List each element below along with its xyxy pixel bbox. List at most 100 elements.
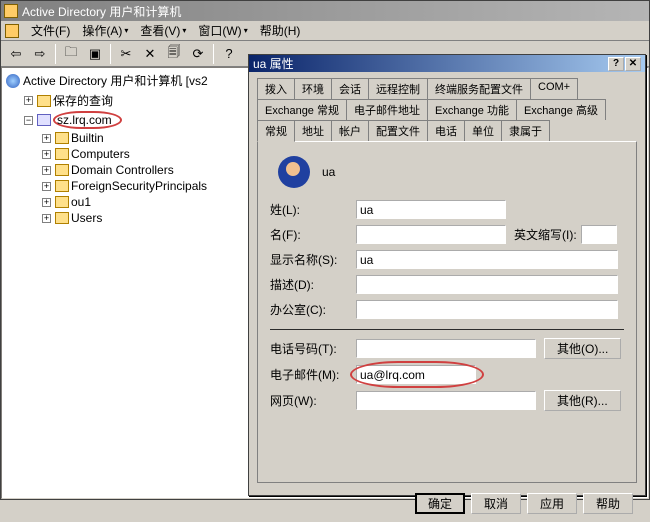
other-web-button[interactable]: 其他(R)... [544, 390, 621, 411]
phone-label: 电话号码(T): [270, 340, 356, 357]
menu-window[interactable]: 窗口(W)▾ [192, 20, 253, 41]
expander-icon[interactable]: − [24, 116, 33, 125]
web-field[interactable] [356, 391, 536, 410]
help-button[interactable]: ? [608, 57, 624, 71]
email-label: 电子邮件(M): [270, 366, 356, 383]
email-field[interactable] [356, 365, 476, 384]
other-phone-button[interactable]: 其他(O)... [544, 338, 621, 359]
tab-单位[interactable]: 单位 [464, 120, 502, 142]
expander-icon[interactable]: + [42, 166, 51, 175]
domain-icon [37, 114, 51, 126]
tree-label: Builtin [71, 131, 104, 145]
apply-button[interactable]: 应用 [527, 493, 577, 514]
office-label: 办公室(C): [270, 301, 356, 318]
user-header: ua [278, 156, 624, 188]
toolbar-sep [213, 44, 214, 64]
tab-帐户[interactable]: 帐户 [331, 120, 369, 142]
expander-icon[interactable]: + [24, 96, 33, 105]
tab-终端服务配置文件[interactable]: 终端服务配置文件 [427, 78, 531, 99]
tab-电话[interactable]: 电话 [427, 120, 465, 142]
display-name-field[interactable] [356, 250, 618, 269]
up-button[interactable]: 🗀 [60, 43, 82, 65]
menu-help[interactable]: 帮助(H) [254, 20, 307, 41]
ok-button[interactable]: 确定 [415, 493, 465, 514]
folder-icon [55, 148, 69, 160]
menu-icon [5, 24, 19, 38]
description-label: 描述(D): [270, 276, 356, 293]
menubar: 文件(F) 操作(A)▾ 查看(V)▾ 窗口(W)▾ 帮助(H) [1, 21, 649, 41]
window-title: Active Directory 用户和计算机 [22, 3, 181, 20]
first-name-field[interactable] [356, 225, 506, 244]
properties-icon[interactable]: 🗐 [163, 43, 185, 65]
expander-icon[interactable]: + [42, 182, 51, 191]
tree-label: 保存的查询 [53, 92, 113, 109]
email-highlight [356, 365, 476, 384]
tab-电子邮件地址[interactable]: 电子邮件地址 [346, 99, 428, 120]
tab-row-3: 常规地址帐户配置文件电话单位隶属于 [257, 120, 637, 142]
dialog-title: ua 属性 [253, 55, 294, 72]
cut-icon[interactable]: ✂ [115, 43, 137, 65]
first-name-label: 名(F): [270, 226, 356, 243]
show-button[interactable]: ▣ [84, 43, 106, 65]
folder-icon [55, 132, 69, 144]
folder-icon [55, 164, 69, 176]
tree-domain-label: sz.lrq.com [53, 111, 122, 129]
main-titlebar: Active Directory 用户和计算机 [1, 1, 649, 21]
toolbar-sep [55, 44, 56, 64]
folder-icon [55, 212, 69, 224]
folder-icon [37, 95, 51, 107]
tab-Exchange 常规[interactable]: Exchange 常规 [257, 99, 347, 120]
help-icon[interactable]: ? [218, 43, 240, 65]
initials-field[interactable] [581, 225, 617, 244]
tree-label: Domain Controllers [71, 163, 174, 177]
tab-panel-general: ua 姓(L): 名(F): 英文缩写(I): 显示名称(S): 描述(D): [257, 141, 637, 483]
expander-icon[interactable]: + [42, 150, 51, 159]
refresh-icon[interactable]: ⟳ [187, 43, 209, 65]
user-head-icon [278, 156, 310, 188]
folder-icon [55, 180, 69, 192]
divider [270, 329, 624, 330]
tab-Exchange 高级[interactable]: Exchange 高级 [516, 99, 606, 120]
back-button[interactable]: ⇦ [5, 43, 27, 65]
tree-label: Users [71, 211, 102, 225]
tree-label: ou1 [71, 195, 91, 209]
delete-icon[interactable]: ✕ [139, 43, 161, 65]
tab-配置文件[interactable]: 配置文件 [368, 120, 428, 142]
tab-会话[interactable]: 会话 [331, 78, 369, 99]
expander-icon[interactable]: + [42, 134, 51, 143]
menu-file[interactable]: 文件(F) [25, 20, 76, 41]
tree-root-label: Active Directory 用户和计算机 [vs2 [23, 72, 208, 89]
help-button[interactable]: 帮助 [583, 493, 633, 514]
tab-COM+[interactable]: COM+ [530, 78, 578, 99]
tab-area: 拨入环境会话远程控制终端服务配置文件COM+ Exchange 常规电子邮件地址… [249, 72, 645, 487]
last-name-field[interactable] [356, 200, 506, 219]
cancel-button[interactable]: 取消 [471, 493, 521, 514]
tab-隶属于[interactable]: 隶属于 [501, 120, 550, 142]
dialog-titlebar[interactable]: ua 属性 ? ✕ [249, 55, 645, 72]
expander-icon[interactable]: + [42, 198, 51, 207]
tab-常规[interactable]: 常规 [257, 120, 295, 142]
menu-view[interactable]: 查看(V)▾ [134, 20, 192, 41]
display-name-label: 显示名称(S): [270, 251, 356, 268]
app-icon [4, 4, 18, 18]
menu-action[interactable]: 操作(A)▾ [76, 20, 134, 41]
tab-Exchange 功能[interactable]: Exchange 功能 [427, 99, 517, 120]
tab-拨入[interactable]: 拨入 [257, 78, 295, 99]
phone-field[interactable] [356, 339, 536, 358]
expander-icon[interactable]: + [42, 214, 51, 223]
properties-dialog: ua 属性 ? ✕ 拨入环境会话远程控制终端服务配置文件COM+ Exchang… [248, 54, 646, 496]
user-name: ua [322, 165, 335, 179]
close-button[interactable]: ✕ [625, 57, 641, 71]
tab-地址[interactable]: 地址 [294, 120, 332, 142]
tab-环境[interactable]: 环境 [294, 78, 332, 99]
toolbar-sep [110, 44, 111, 64]
web-label: 网页(W): [270, 392, 356, 409]
initials-label: 英文缩写(I): [514, 226, 577, 243]
dialog-buttons: 确定 取消 应用 帮助 [249, 487, 645, 522]
forward-button[interactable]: ⇨ [29, 43, 51, 65]
description-field[interactable] [356, 275, 618, 294]
folder-icon [55, 196, 69, 208]
office-field[interactable] [356, 300, 618, 319]
tab-远程控制[interactable]: 远程控制 [368, 78, 428, 99]
tree-label: Computers [71, 147, 130, 161]
